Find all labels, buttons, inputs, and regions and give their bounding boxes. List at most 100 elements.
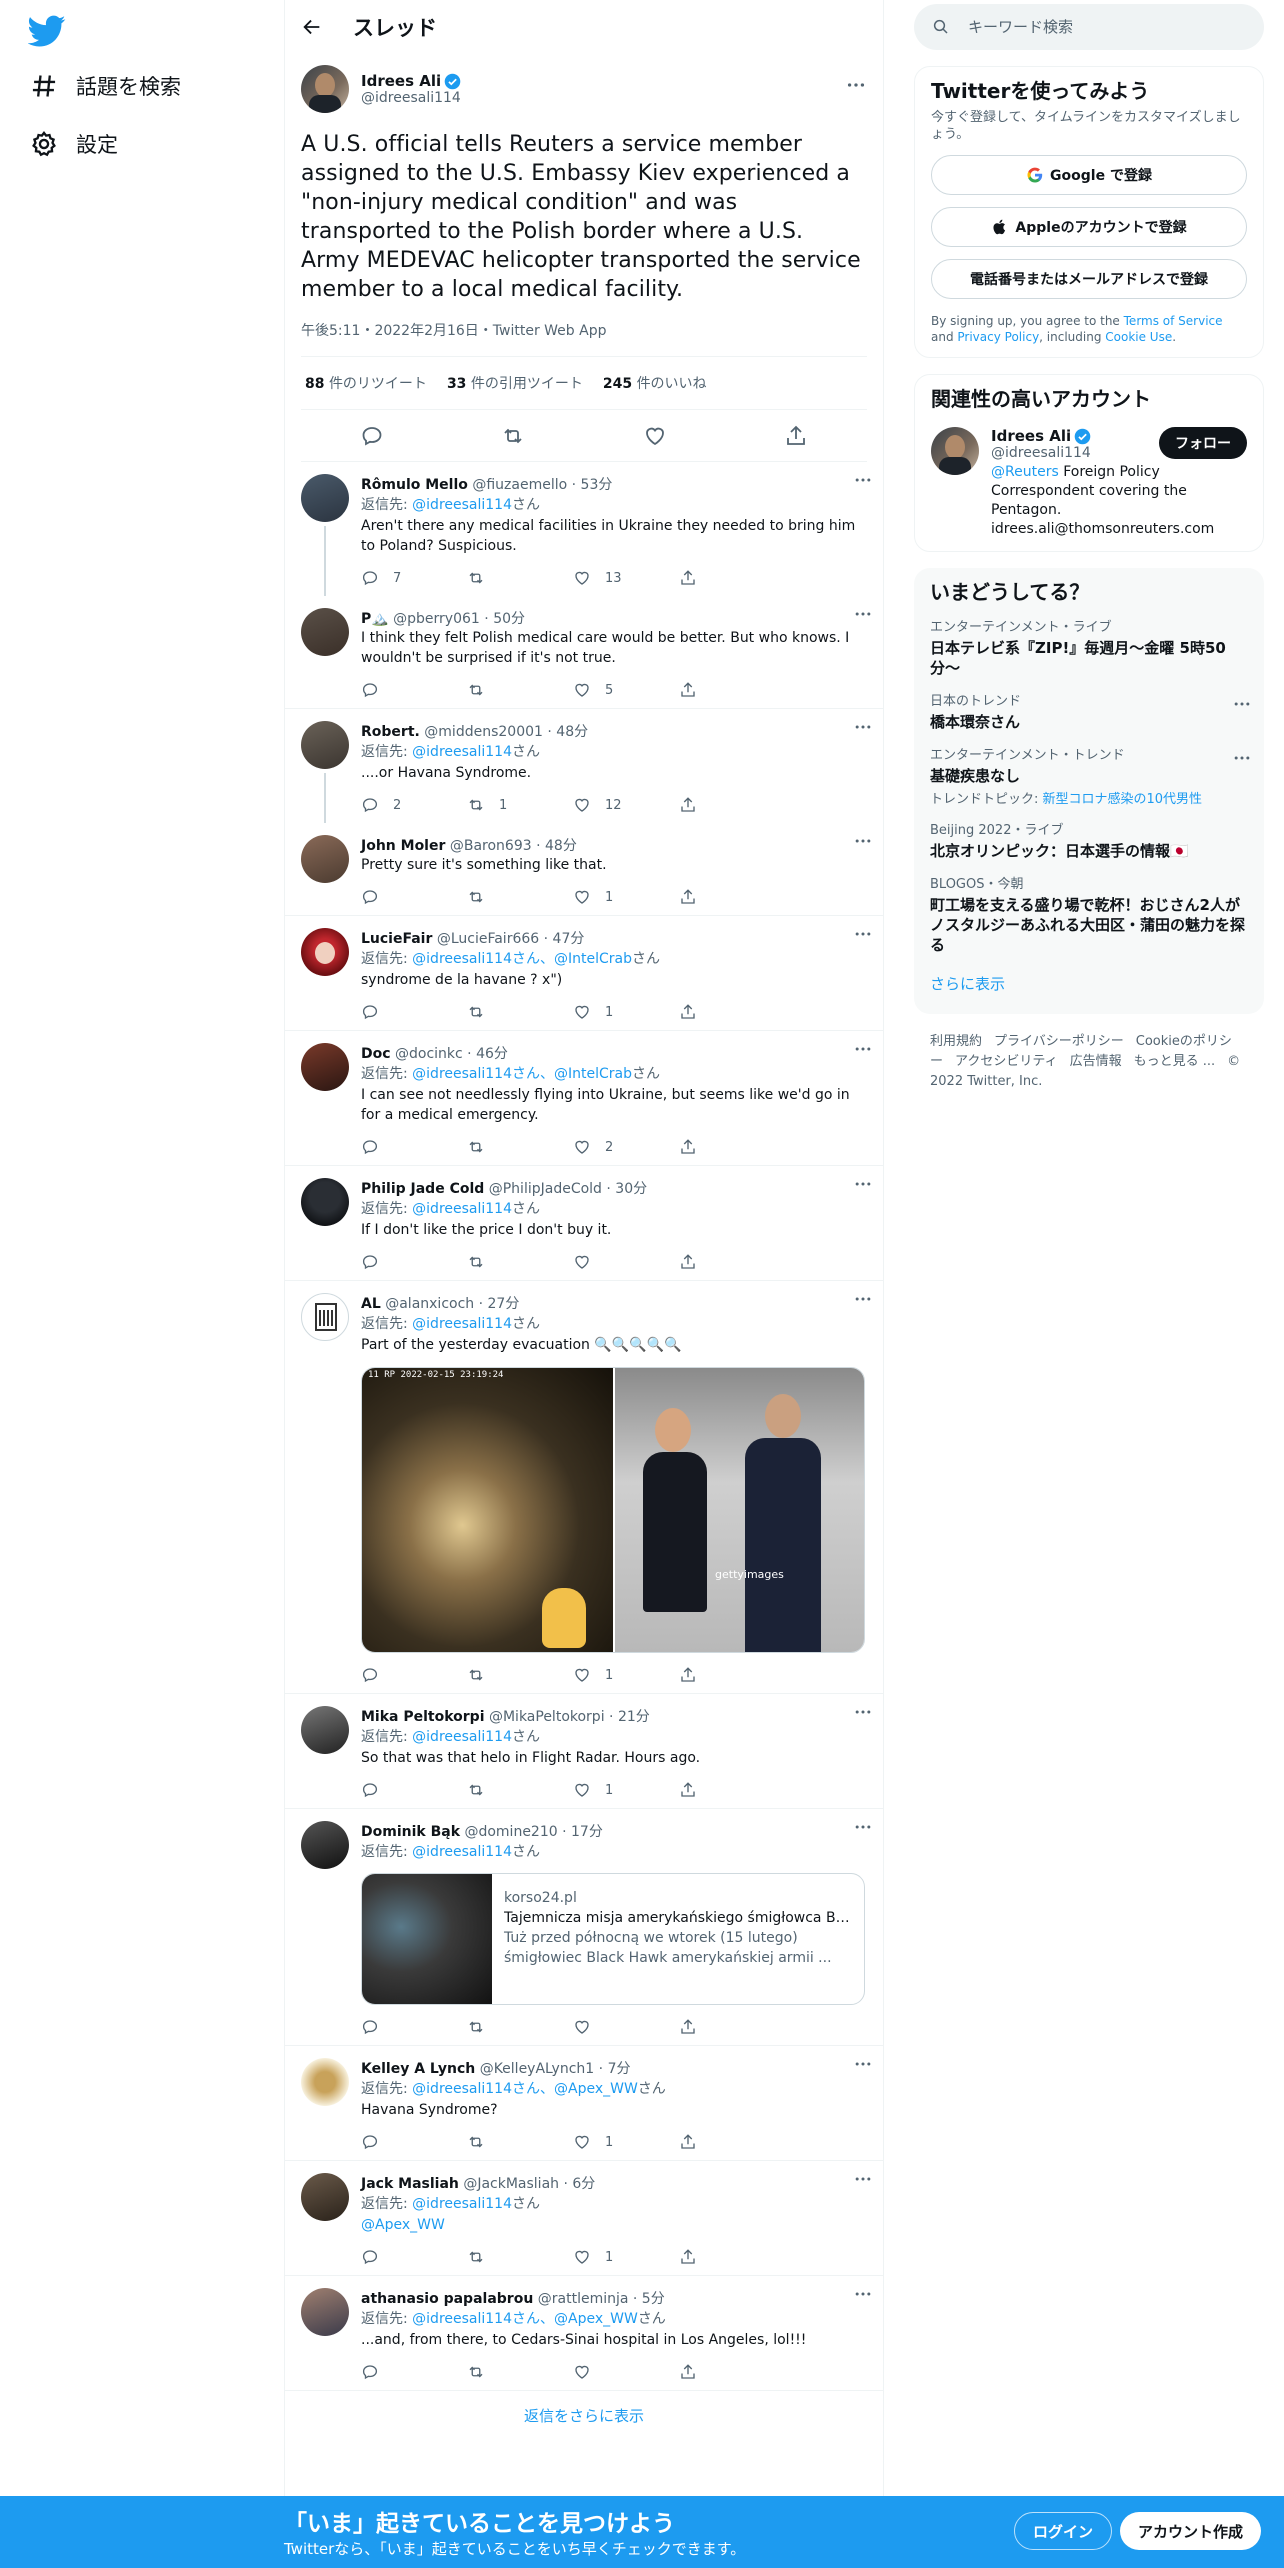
show-more-replies-link[interactable]: 返信をさらに表示	[285, 2391, 883, 2440]
reply-time[interactable]: 21分	[618, 1709, 650, 1725]
retweet-button[interactable]	[467, 569, 573, 587]
show-more-trends-link[interactable]: さらに表示	[930, 975, 1005, 993]
reply-author-handle[interactable]: @domine210	[464, 1824, 557, 1840]
quotes-stat[interactable]: 33 件の引用ツイート	[447, 373, 583, 393]
more-options-icon[interactable]	[853, 1174, 873, 1194]
reply-tweet[interactable]: Kelley A Lynch @KelleyALynch1 · 7分 返信先: @…	[285, 2046, 883, 2161]
like-button[interactable]	[573, 2363, 679, 2381]
author-name[interactable]: Idrees Ali	[361, 72, 441, 90]
reply-tweet[interactable]: athanasio papalabrou @rattleminja · 5分 返信…	[285, 2276, 883, 2391]
avatar[interactable]	[301, 474, 349, 522]
reply-time[interactable]: 27分	[488, 1296, 520, 1312]
reply-button[interactable]	[361, 681, 467, 699]
reply-tweet[interactable]: P🏔️ @pberry061 · 50分 I think they felt Po…	[285, 596, 883, 709]
retweet-button[interactable]	[467, 2018, 573, 2036]
reply-author-handle[interactable]: @PhilipJadeCold	[489, 1181, 602, 1197]
reply-author-handle[interactable]: @fiuzaemello	[472, 477, 567, 493]
reply-time[interactable]: 50分	[493, 611, 525, 627]
reply-author-name[interactable]: John Moler	[361, 838, 445, 854]
reply-to-user-link[interactable]: @idreesali114	[412, 1729, 512, 1745]
more-options-icon[interactable]	[1232, 748, 1252, 768]
reply-button[interactable]	[361, 1781, 467, 1799]
footer-link[interactable]: 利用規約	[930, 1034, 982, 1049]
reply-to-user-link[interactable]: @idreesali114	[412, 1201, 512, 1217]
avatar[interactable]	[301, 1178, 349, 1226]
avatar[interactable]	[931, 427, 979, 475]
reply-author-handle[interactable]: @JackMasliah	[463, 2176, 559, 2192]
retweet-button[interactable]	[467, 1666, 573, 1684]
more-options-icon[interactable]	[853, 1817, 873, 1837]
reply-button[interactable]	[361, 1253, 467, 1271]
reply-time[interactable]: 47分	[553, 931, 585, 947]
reply-to-user-link[interactable]: @idreesali114	[412, 497, 512, 513]
reply-button[interactable]	[361, 2133, 467, 2151]
tweet-meta[interactable]: 午後5:11・2022年2月16日・Twitter Web App	[301, 320, 867, 357]
reply-to-user-link[interactable]: @idreesali114さん、@IntelCrab	[412, 951, 632, 967]
share-button[interactable]	[679, 2363, 785, 2381]
share-button[interactable]	[679, 1253, 785, 1271]
like-icon[interactable]	[643, 424, 667, 448]
more-options-icon[interactable]	[853, 1289, 873, 1309]
rel-name[interactable]: Idrees Ali	[991, 427, 1071, 445]
reply-icon[interactable]	[360, 424, 384, 448]
reply-tweet[interactable]: AL @alanxicoch · 27分 返信先: @idreesali114さん…	[285, 1281, 883, 1694]
media-grid[interactable]: 11 RP 2022-02-15 23:19:24 gettyimages	[361, 1367, 865, 1653]
apple-signup-button[interactable]: Appleのアカウントで登録	[931, 207, 1247, 247]
footer-link[interactable]: もっと見る ...	[1134, 1054, 1216, 1069]
reply-button[interactable]: 7	[361, 569, 467, 587]
retweet-button[interactable]	[467, 1253, 573, 1271]
like-button[interactable]: 1	[573, 1666, 679, 1684]
login-button[interactable]: ログイン	[1014, 2512, 1113, 2550]
night-traffic-photo[interactable]: 11 RP 2022-02-15 23:19:24	[362, 1368, 613, 1652]
reply-tweet[interactable]: Dominik Bąk @domine210 · 17分 返信先: @idrees…	[285, 1809, 883, 2046]
reply-author-handle[interactable]: @KelleyALynch1	[480, 2061, 595, 2077]
retweet-button[interactable]	[467, 1138, 573, 1156]
like-button[interactable]: 13	[573, 569, 679, 587]
reply-button[interactable]	[361, 888, 467, 906]
reply-tweet[interactable]: Robert. @middens20001 · 48分 返信先: @idreesa…	[285, 709, 883, 823]
reply-author-name[interactable]: AL	[361, 1296, 381, 1312]
reply-author-name[interactable]: LucieFair	[361, 931, 432, 947]
retweet-button[interactable]: 1	[467, 796, 573, 814]
reply-time[interactable]: 46分	[476, 1046, 508, 1062]
like-button[interactable]: 5	[573, 681, 679, 699]
more-options-icon[interactable]	[853, 470, 873, 490]
reply-button[interactable]	[361, 2018, 467, 2036]
trend-item[interactable]: エンターテインメント・トレンド 基礎疾患なし トレンドトピック: 新型コロナ感染の1…	[930, 748, 1250, 807]
more-options-icon[interactable]	[845, 74, 867, 96]
reply-author-handle[interactable]: @pberry061	[393, 611, 480, 627]
reply-author-handle[interactable]: @rattleminja	[538, 2291, 629, 2307]
like-button[interactable]: 1	[573, 2133, 679, 2151]
share-button[interactable]	[679, 1666, 785, 1684]
more-options-icon[interactable]	[853, 2169, 873, 2189]
avatar[interactable]	[301, 2058, 349, 2106]
like-button[interactable]: 1	[573, 1003, 679, 1021]
avatar[interactable]	[301, 721, 349, 769]
retweet-button[interactable]	[467, 888, 573, 906]
like-button[interactable]: 1	[573, 2248, 679, 2266]
privacy-link[interactable]: Privacy Policy	[957, 330, 1039, 344]
google-signup-button[interactable]: Google で登録	[931, 155, 1247, 195]
footer-link[interactable]: アクセシビリティ	[955, 1054, 1058, 1069]
more-options-icon[interactable]	[853, 717, 873, 737]
reply-author-handle[interactable]: @middens20001	[424, 724, 543, 740]
reply-author-name[interactable]: Philip Jade Cold	[361, 1181, 484, 1197]
phone-email-signup-button[interactable]: 電話番号またはメールアドレスで登録	[931, 259, 1247, 299]
reply-author-name[interactable]: Doc	[361, 1046, 391, 1062]
more-options-icon[interactable]	[853, 604, 873, 624]
reply-button[interactable]	[361, 2248, 467, 2266]
more-options-icon[interactable]	[853, 1039, 873, 1059]
more-options-icon[interactable]	[853, 1702, 873, 1722]
reply-tweet[interactable]: Jack Masliah @JackMasliah · 6分 返信先: @idre…	[285, 2161, 883, 2276]
search-input[interactable]	[968, 18, 1228, 36]
reply-button[interactable]: 2	[361, 796, 467, 814]
share-button[interactable]	[679, 2133, 785, 2151]
avatar[interactable]	[301, 1043, 349, 1091]
share-button[interactable]	[679, 796, 785, 814]
reply-time[interactable]: 7分	[608, 2061, 631, 2077]
avatar[interactable]	[301, 835, 349, 883]
like-button[interactable]	[573, 2018, 679, 2036]
reply-tweet[interactable]: Doc @docinkc · 46分 返信先: @idreesali114さん、@…	[285, 1031, 883, 1166]
reply-tweet[interactable]: Rômulo Mello @fiuzaemello · 53分 返信先: @idr…	[285, 462, 883, 596]
retweet-button[interactable]	[467, 2248, 573, 2266]
